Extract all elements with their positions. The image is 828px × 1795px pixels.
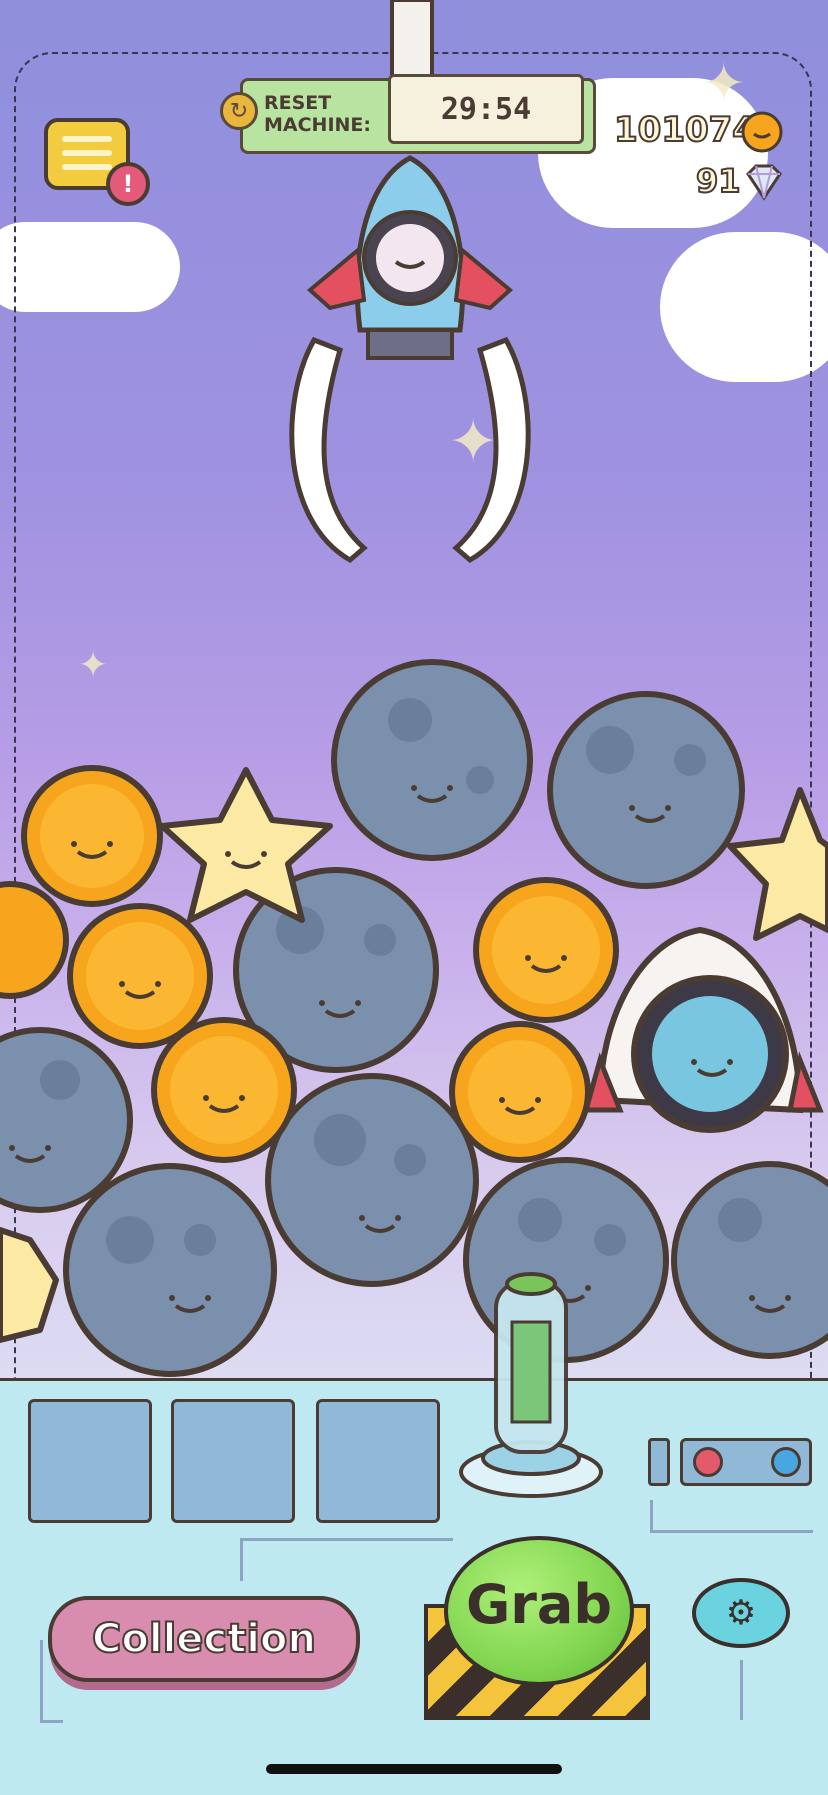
coin [151,1017,297,1163]
prize-slot-3 [316,1399,440,1523]
star [727,787,828,941]
coin-icon [741,111,783,153]
diamond-icon [746,164,782,201]
grab-button[interactable]: Grab [444,1536,634,1686]
asteroid [265,1073,479,1287]
prize-pile [0,659,828,1377]
coin [67,903,213,1049]
menu-icon-line [62,150,112,156]
rocket-prize [582,926,824,1133]
prize-tube [459,1272,603,1498]
gear-icon: ⚙ [725,1593,757,1633]
alert-icon: ! [106,162,150,206]
star [0,1227,59,1343]
reset-icon[interactable]: ↻ [220,92,258,130]
red-light-icon [693,1447,723,1477]
blue-light-icon [771,1447,801,1477]
asteroid [671,1161,828,1359]
coin [473,877,619,1023]
coin [0,881,69,999]
circuit-line [740,1660,746,1720]
prize-slot-2 [171,1399,295,1523]
reset-timer: 29:54 [388,74,584,144]
circuit-line [650,1500,813,1533]
machine-indicator [680,1438,812,1486]
menu-icon-line [62,164,112,170]
coin [21,765,163,907]
home-indicator[interactable] [266,1764,562,1774]
asteroid [331,659,533,861]
collection-button[interactable]: Collection [48,1596,360,1682]
coin [449,1021,591,1163]
indicator-switch [648,1438,670,1486]
circuit-line [240,1538,453,1581]
coin-count: 101074 [613,109,757,151]
reset-machine-label: RESET MACHINE: [264,92,372,136]
gem-count: 91 [695,161,742,201]
settings-button[interactable]: ⚙ [692,1578,790,1648]
menu-icon [62,136,112,142]
prize-slot-1 [28,1399,152,1523]
asteroid [547,691,745,889]
asteroid [63,1163,277,1377]
